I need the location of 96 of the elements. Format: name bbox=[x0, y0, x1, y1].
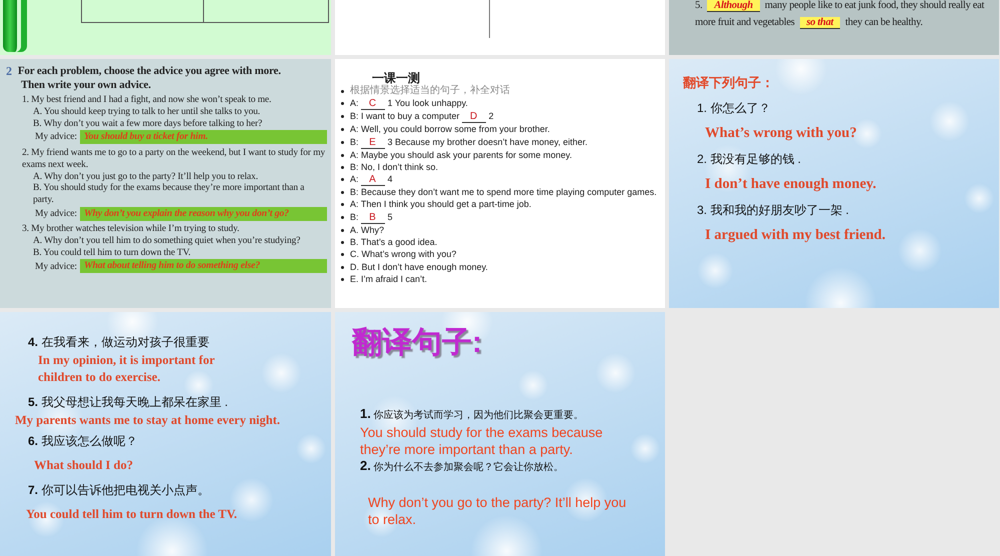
answer-text: I don’t have enough money. bbox=[705, 175, 876, 193]
line-text: My advice: bbox=[35, 208, 77, 220]
question-text: 7. 你可以告诉他把电视关小点声。 bbox=[28, 482, 210, 498]
slide-thumbnail[interactable] bbox=[0, 59, 331, 308]
line-text: B: bbox=[350, 136, 359, 148]
bullet-icon bbox=[341, 203, 344, 206]
bullet-icon bbox=[341, 154, 344, 157]
question-text: 1. 你应该为考试而学习，因为他们比聚会更重要。 bbox=[360, 406, 584, 423]
bullet-icon bbox=[341, 166, 344, 169]
line-text: A: Then I think you should get a part-time job. bbox=[350, 198, 532, 211]
answer-text: My parents wants me to stay at home every night. bbox=[15, 412, 282, 429]
option-text: A. Why don’t you just go to the party? It’ll help you to relax. bbox=[32, 170, 259, 182]
answer-text: Why don’t you go to the party? It’ll help you to relax. bbox=[368, 494, 628, 528]
bullet-icon bbox=[341, 128, 344, 132]
answer-blank: C bbox=[360, 98, 385, 110]
answer-blank: A bbox=[360, 174, 385, 186]
exercise-number: 2 bbox=[6, 64, 12, 78]
line-text: 5 bbox=[388, 210, 393, 224]
option-text: A. You should keep trying to talk to her until she talks to you. bbox=[32, 106, 262, 118]
question-text: 2. 我没有足够的钱 . bbox=[697, 151, 802, 167]
bullet-icon bbox=[341, 90, 344, 93]
question-text: 3. My brother watches television while I’m trying to study. bbox=[21, 223, 240, 236]
instruction-text: 根据情景选择适当的句子，补全对话 bbox=[350, 85, 510, 98]
line-text: 4 bbox=[388, 173, 393, 186]
line-text: B: bbox=[350, 210, 359, 224]
question-text: 5. 我父母想让我每天晚上都呆在家里 . bbox=[28, 394, 228, 410]
line-text: A: Maybe you should ask your parents for some money. bbox=[350, 148, 572, 161]
slide-thumbnail[interactable]: 5. Although many people like to eat junk food, they should really eat more fruit and vegetables so that they can be healthy. bbox=[669, 0, 999, 55]
answer-highlight: What about telling him to do something else? bbox=[80, 259, 327, 274]
slide-thumbnail[interactable]: 翻译下列句子： 1. 你怎么了？ What’s wrong with you? 2. 我没有足够的钱 . I don’t have enough money. 3. 我和我的好朋友吵了一架 . I argued with my best friend. bbox=[669, 59, 999, 308]
line-text: My advice: bbox=[35, 260, 77, 272]
line-text: A: bbox=[350, 173, 359, 186]
line-text: many people like to eat junk food, they should really eat bbox=[764, 0, 984, 11]
question-text: 2. My friend wants me to go to a party on the weekend, but I want to study for my exams next week. bbox=[21, 146, 326, 171]
line-text: For each problem, choose the advice you agree with more. bbox=[18, 64, 281, 78]
line-text: 2 bbox=[488, 110, 494, 123]
slide-title: 一课一测 bbox=[372, 71, 420, 85]
bullet-icon bbox=[341, 228, 344, 232]
answer-highlight: so that bbox=[800, 17, 840, 29]
bullet-icon bbox=[341, 216, 344, 219]
line-text: B: No, I don’t think so. bbox=[350, 160, 438, 174]
line-text: more fruit and vegetables bbox=[695, 17, 794, 28]
line-text: Then write your own advice. bbox=[21, 78, 151, 92]
line-text: B: Because they don’t want me to spend more time playing computer games. bbox=[350, 186, 657, 198]
option-text: B. You should study for the exams because they’re more important than a party. bbox=[32, 182, 306, 206]
line-text: D. But I don’t have enough money. bbox=[350, 260, 488, 273]
bullet-icon bbox=[341, 278, 344, 281]
answer-text: In my opinion, it is important for children to do exercise. bbox=[38, 352, 216, 386]
line-text: 1 You look unhappy. bbox=[388, 97, 468, 110]
question-text: 4. 在我看来，做运动对孩子很重要 bbox=[28, 334, 210, 350]
slide-title: 翻译句子: bbox=[352, 325, 482, 361]
line-text: 5. bbox=[695, 0, 702, 11]
slide-title: 翻译下列句子： bbox=[683, 75, 774, 91]
question-text: 2. 你为什么不去参加聚会呢？它会让你放松。 bbox=[360, 458, 564, 475]
line-text: 3 Because my brother doesn’t have money, either. bbox=[388, 136, 588, 148]
line-text: B. That’s a good idea. bbox=[350, 236, 438, 248]
answer-text: You could tell him to turn down the TV. bbox=[26, 506, 238, 523]
line-text: A: Well, you could borrow some from your brother. bbox=[350, 123, 550, 136]
line-text: B: I want to buy a computer bbox=[350, 110, 460, 123]
answer-blank: B bbox=[360, 212, 385, 224]
line-text: C. What’s wrong with you? bbox=[350, 248, 456, 261]
answer-text: What should I do? bbox=[34, 457, 133, 474]
answer-blank: E bbox=[360, 136, 385, 149]
bullet-icon bbox=[341, 140, 344, 144]
bullet-icon bbox=[341, 191, 344, 194]
slide-thumbnail[interactable]: 翻译句子: 1. 你应该为考试而学习，因为他们比聚会更重要。 You should study for the exams because they’re more important than a party. 2. 你为什么不去参加聚会呢？它会让你放松。 Why don’t you go to the party? It’ll help you to relax. bbox=[335, 312, 665, 556]
line-text: My advice: bbox=[35, 131, 77, 144]
vertical-line bbox=[489, 0, 490, 38]
slide-thumbnail[interactable] bbox=[335, 59, 665, 308]
line-text: E. I’m afraid I can’t. bbox=[350, 272, 428, 286]
option-text: A. Why don’t you tell him to do something quiet when you’re studying? bbox=[32, 235, 302, 248]
bullet-icon bbox=[341, 115, 344, 118]
question-text: 1. My best friend and I had a fight, and now she won’t speak to me. bbox=[21, 94, 272, 106]
bullet-icon bbox=[341, 178, 344, 182]
bullet-icon bbox=[341, 253, 344, 256]
answer-text: You should study for the exams because they’re more important than a party. bbox=[360, 424, 604, 458]
answer-blank: D bbox=[462, 111, 486, 124]
line-text: A. Why? bbox=[350, 224, 384, 236]
answer-highlight: Although bbox=[707, 0, 760, 12]
line-text: A: bbox=[350, 97, 359, 110]
slide-thumbnail[interactable] bbox=[0, 0, 331, 55]
slide-thumbnail[interactable] bbox=[335, 0, 665, 55]
line-text: they can be healthy. bbox=[845, 17, 923, 28]
answer-highlight: You should buy a ticket for him. bbox=[80, 130, 327, 144]
option-text: B. You could tell him to turn down the TV. bbox=[32, 247, 192, 259]
answer-text: I argued with my best friend. bbox=[705, 226, 886, 244]
question-text: 1. 你怎么了？ bbox=[697, 100, 770, 116]
option-text: B. Why don’t you wait a few more days before talking to her? bbox=[32, 118, 264, 130]
answer-highlight: Why don’t you explain the reason why you don’t go? bbox=[80, 206, 327, 221]
bullet-icon bbox=[341, 266, 344, 269]
question-text: 6. 我应该怎么做呢？ bbox=[28, 433, 138, 449]
bullet-icon bbox=[341, 241, 344, 244]
bullet-icon bbox=[341, 102, 344, 106]
question-text: 3. 我和我的好朋友吵了一架 . bbox=[697, 202, 850, 218]
slide-thumbnail[interactable] bbox=[0, 312, 331, 556]
answer-text: What’s wrong with you? bbox=[705, 124, 857, 142]
